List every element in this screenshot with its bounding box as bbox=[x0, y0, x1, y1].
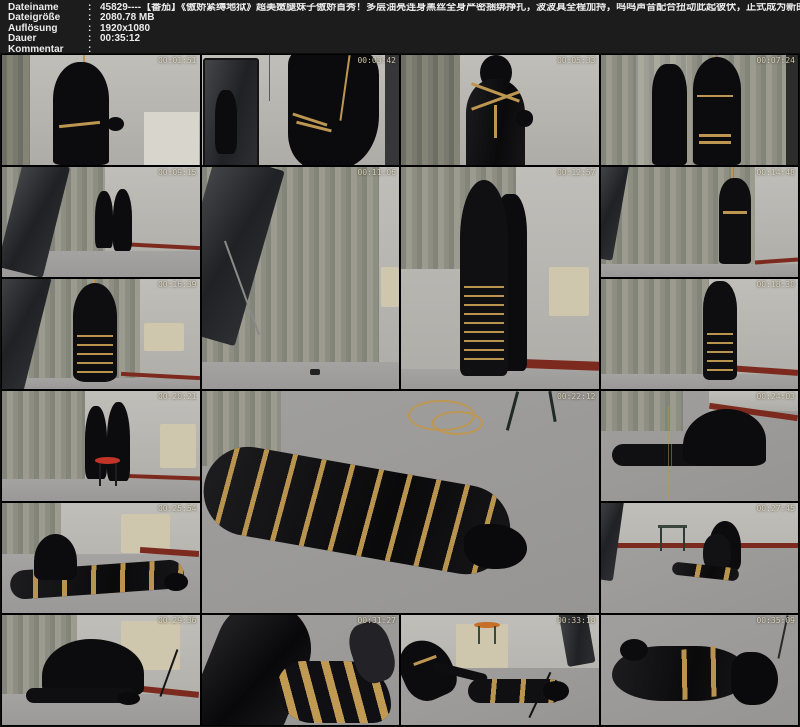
hair bbox=[464, 524, 528, 568]
timestamp-overlay: 00:01:51 bbox=[158, 56, 197, 65]
figure-silhouette bbox=[113, 189, 133, 251]
timestamp-overlay: 00:14:48 bbox=[756, 168, 795, 177]
thigh-rope bbox=[699, 134, 731, 137]
leg-ropes bbox=[707, 329, 733, 379]
arm-silhouette bbox=[107, 117, 125, 131]
head-silhouette bbox=[117, 657, 141, 677]
video-thumbnail-2[interactable]: 00:03:42 bbox=[202, 55, 400, 165]
floor bbox=[601, 264, 799, 277]
timestamp-overlay: 00:09:15 bbox=[158, 168, 197, 177]
hair bbox=[543, 681, 569, 701]
resolution-value: 1920x1080 bbox=[100, 24, 150, 34]
curtain-edge bbox=[385, 55, 399, 165]
video-thumbnail-10[interactable]: 00:18:30 bbox=[601, 279, 799, 389]
curtain bbox=[601, 279, 710, 389]
timestamp-overlay: 00:29:36 bbox=[158, 616, 197, 625]
timestamp-overlay: 00:35:09 bbox=[756, 616, 795, 625]
timestamp-overlay: 00:03:42 bbox=[357, 56, 396, 65]
hair bbox=[731, 652, 778, 705]
video-thumbnail-13[interactable]: 00:24:03 bbox=[601, 391, 799, 501]
waist-rope bbox=[494, 105, 497, 138]
stool-legs bbox=[660, 527, 686, 551]
timestamp-overlay: 00:31:27 bbox=[357, 616, 396, 625]
wall-patch bbox=[144, 323, 184, 351]
metadata-row-filesize: Dateigröße:2080.78 MB bbox=[8, 13, 800, 23]
timestamp-overlay: 00:25:54 bbox=[158, 504, 197, 513]
video-thumbnail-18[interactable]: 00:33:18 bbox=[401, 615, 599, 725]
video-thumbnail-16[interactable]: 00:29:36 bbox=[2, 615, 200, 725]
video-thumbnail-9[interactable]: 00:16:39 bbox=[2, 279, 200, 389]
metadata-row-duration: Dauer:00:35:12 bbox=[8, 34, 800, 44]
video-thumbnail-4[interactable]: 00:07:24 bbox=[601, 55, 799, 165]
body-ropes bbox=[657, 644, 741, 701]
cable bbox=[269, 55, 270, 101]
metadata-row-filename: Dateiname:45829----【番茄】《傲娇紧缚地狱》超美嫩腿妹子傲娇首… bbox=[8, 3, 800, 13]
timestamp-overlay: 00:33:18 bbox=[557, 616, 596, 625]
figure-silhouette bbox=[53, 62, 108, 165]
figure-silhouette bbox=[95, 191, 113, 248]
hair-closeup bbox=[288, 55, 379, 165]
timestamp-overlay: 00:05:33 bbox=[557, 56, 596, 65]
phone-on-floor bbox=[310, 369, 320, 375]
paper-backdrop bbox=[144, 112, 199, 165]
video-thumbnail-12[interactable]: 00:22:12 bbox=[202, 391, 599, 613]
timestamp-overlay: 00:27:45 bbox=[756, 504, 795, 513]
chest-rope bbox=[697, 95, 733, 98]
timestamp-overlay: 00:20:21 bbox=[158, 392, 197, 401]
timestamp-overlay: 00:12:57 bbox=[557, 168, 596, 177]
video-thumbnail-6[interactable]: 00:11:06 bbox=[202, 167, 400, 389]
video-thumbnail-1[interactable]: 00:01:51 bbox=[2, 55, 200, 165]
video-thumbnail-5[interactable]: 00:09:15 bbox=[2, 167, 200, 277]
video-thumbnail-8[interactable]: 00:14:48 bbox=[601, 167, 799, 277]
body-rope bbox=[723, 211, 747, 214]
metadata-row-resolution: Auflösung:1920x1080 bbox=[8, 24, 800, 34]
metadata-header: Dateiname:45829----【番茄】《傲娇紧缚地狱》超美嫩腿妹子傲娇首… bbox=[0, 0, 800, 53]
rope-pile bbox=[432, 411, 484, 435]
metadata-label: Kommentar bbox=[8, 45, 88, 55]
leg-ropes bbox=[77, 332, 113, 380]
timestamp-overlay: 00:22:12 bbox=[557, 392, 596, 401]
stool-legs bbox=[99, 461, 117, 485]
video-thumbnail-15[interactable]: 00:27:45 bbox=[601, 503, 799, 613]
metadata-separator: : bbox=[88, 45, 100, 55]
duration-value: 00:35:12 bbox=[100, 34, 140, 44]
thigh-rope bbox=[699, 141, 731, 144]
figure-silhouette bbox=[719, 178, 751, 264]
floor bbox=[202, 362, 400, 389]
leg-ropes bbox=[464, 282, 504, 366]
video-thumbnail-14[interactable]: 00:25:54 bbox=[2, 503, 200, 613]
carpet bbox=[601, 547, 799, 613]
wall-patch bbox=[381, 267, 399, 307]
video-thumbnail-17[interactable]: 00:31:27 bbox=[202, 615, 400, 725]
mirror-reflection-figure bbox=[215, 90, 237, 154]
stool-legs bbox=[478, 626, 496, 644]
stool-seat bbox=[95, 457, 121, 464]
figure-silhouette bbox=[693, 57, 740, 165]
timestamp-overlay: 00:16:39 bbox=[158, 280, 197, 289]
timestamp-overlay: 00:11:06 bbox=[357, 168, 396, 177]
wall-patch bbox=[160, 424, 196, 468]
filename-value: 45829----【番茄】《傲娇紧缚地狱》超美嫩腿妹子傲娇首秀！多层油亮连身黑丝… bbox=[100, 3, 800, 13]
timestamp-overlay: 00:24:03 bbox=[756, 392, 795, 401]
curtain bbox=[2, 55, 30, 165]
timestamp-overlay: 00:07:24 bbox=[756, 56, 795, 65]
body-ropes bbox=[665, 405, 674, 501]
floor bbox=[601, 374, 799, 389]
arm-silhouette bbox=[516, 110, 534, 127]
timestamp-overlay: 00:18:30 bbox=[756, 280, 795, 289]
video-thumbnail-19[interactable]: 00:35:09 bbox=[601, 615, 799, 725]
figure-silhouette bbox=[652, 64, 688, 165]
video-thumbnail-11[interactable]: 00:20:21 bbox=[2, 391, 200, 501]
hair bbox=[164, 573, 188, 591]
filesize-value: 2080.78 MB bbox=[100, 13, 154, 23]
video-thumbnail-3[interactable]: 00:05:33 bbox=[401, 55, 599, 165]
wall-patch bbox=[549, 267, 589, 316]
curtain bbox=[401, 55, 460, 165]
knee-silhouette bbox=[620, 639, 648, 661]
wall-edge bbox=[786, 55, 798, 165]
thumbnail-grid: 00:01:51 00:03:42 00:05:33 0 bbox=[0, 53, 800, 727]
video-thumbnail-7[interactable]: 00:12:57 bbox=[401, 167, 599, 389]
